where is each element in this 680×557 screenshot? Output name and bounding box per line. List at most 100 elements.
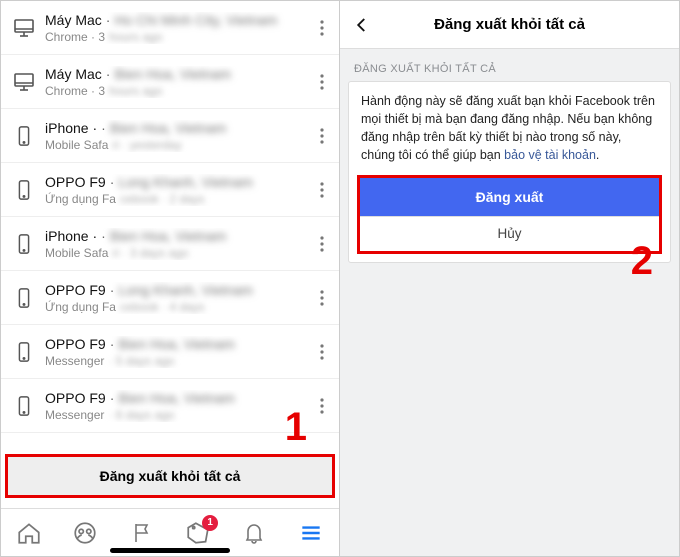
session-location: Ho Chi Minh City, Vietnam: [114, 12, 277, 28]
session-text: Máy Mac·Bien Hoa, VietnamChrome · 3hours…: [39, 66, 309, 98]
session-list: Máy Mac·Ho Chi Minh City, VietnamChrome …: [1, 1, 339, 433]
phone-icon: [9, 232, 39, 256]
cancel-button-label: Hủy: [497, 226, 521, 241]
session-text: OPPO F9·Bien Hoa, VietnamMessenger· 6 da…: [39, 390, 309, 422]
session-location: Long Khanh, Vietnam: [118, 174, 252, 190]
header: Đăng xuất khỏi tất cả: [340, 1, 679, 49]
desktop-icon: [9, 70, 39, 94]
session-row[interactable]: iPhone ··Bien Hoa, VietnamMobile Safari …: [1, 109, 339, 163]
session-device: OPPO F9: [45, 390, 106, 406]
more-vertical-icon: [320, 344, 324, 360]
session-detail: cebook · 2 days: [116, 192, 205, 206]
session-dot: ·: [97, 120, 110, 136]
session-detail: cebook · 4 days: [116, 300, 205, 314]
tab-menu[interactable]: [291, 513, 331, 553]
back-button[interactable]: [340, 1, 384, 49]
session-more-button[interactable]: [309, 285, 335, 311]
session-app: Messenger: [45, 354, 104, 368]
session-location: Bien Hoa, Vietnam: [118, 336, 234, 352]
menu-icon: [298, 520, 324, 546]
bell-icon: [242, 520, 266, 546]
more-vertical-icon: [320, 20, 324, 36]
session-row[interactable]: OPPO F9·Long Khanh, VietnamỨng dụng Face…: [1, 271, 339, 325]
session-row[interactable]: OPPO F9·Long Khanh, VietnamỨng dụng Face…: [1, 163, 339, 217]
home-indicator: [110, 548, 230, 553]
session-dot: ·: [106, 282, 119, 298]
buttons-highlight: Đăng xuất Hủy: [357, 175, 662, 254]
session-detail: hours ago: [105, 84, 162, 98]
more-vertical-icon: [320, 398, 324, 414]
session-text: iPhone ··Bien Hoa, VietnamMobile Safari …: [39, 228, 309, 260]
session-more-button[interactable]: [309, 177, 335, 203]
phone-icon: [9, 286, 39, 310]
session-device: iPhone ·: [45, 228, 97, 244]
confirm-logout-screen: Đăng xuất khỏi tất cả ĐĂNG XUẤT KHỎI TẤT…: [340, 1, 679, 556]
session-app: Ứng dụng Fa: [45, 300, 116, 314]
session-device: Máy Mac: [45, 12, 102, 28]
step-2-annotation: 2: [631, 239, 653, 284]
session-dot: ·: [97, 228, 110, 244]
tab-pages[interactable]: [122, 513, 162, 553]
more-vertical-icon: [320, 128, 324, 144]
protect-account-link[interactable]: bảo vệ tài khoản: [504, 148, 596, 162]
cancel-button[interactable]: Hủy: [360, 217, 659, 251]
more-vertical-icon: [320, 236, 324, 252]
phone-icon: [9, 178, 39, 202]
session-text: OPPO F9·Bien Hoa, Vietnam Messenger· 5 da…: [39, 336, 309, 368]
tab-home[interactable]: [9, 513, 49, 553]
logout-button-label: Đăng xuất: [476, 189, 544, 205]
sessions-screen: Máy Mac·Ho Chi Minh City, VietnamChrome …: [1, 1, 340, 556]
session-dot: ·: [106, 336, 119, 352]
session-location: Bien Hoa, Vietnam: [110, 120, 226, 136]
session-location: Bien Hoa, Vietnam: [118, 390, 234, 406]
logout-all-button[interactable]: Đăng xuất khỏi tất cả: [5, 454, 335, 498]
session-detail: ri · yesterday: [108, 138, 181, 152]
session-more-button[interactable]: [309, 231, 335, 257]
session-more-button[interactable]: [309, 393, 335, 419]
session-detail: ri · 3 days ago: [108, 246, 188, 260]
phone-icon: [9, 124, 39, 148]
session-detail: · 5 days ago: [104, 354, 174, 368]
more-vertical-icon: [320, 74, 324, 90]
session-more-button[interactable]: [309, 123, 335, 149]
session-more-button[interactable]: [309, 15, 335, 41]
home-icon: [16, 520, 42, 546]
section-caption: ĐĂNG XUẤT KHỎI TẤT CẢ: [340, 49, 679, 81]
chevron-left-icon: [353, 16, 371, 34]
session-text: OPPO F9·Long Khanh, VietnamỨng dụng Face…: [39, 174, 309, 206]
session-text: OPPO F9·Long Khanh, VietnamỨng dụng Face…: [39, 282, 309, 314]
more-vertical-icon: [320, 290, 324, 306]
session-location: Bien Hoa, Vietnam: [114, 66, 230, 82]
session-dot: ·: [102, 66, 115, 82]
session-device: OPPO F9: [45, 336, 106, 352]
flag-icon: [130, 520, 154, 546]
session-app: Mobile Safa: [45, 138, 108, 152]
tab-groups[interactable]: [65, 513, 105, 553]
session-device: OPPO F9: [45, 174, 106, 190]
session-app: Mobile Safa: [45, 246, 108, 260]
session-more-button[interactable]: [309, 69, 335, 95]
session-dot: ·: [106, 390, 119, 406]
tab-dating[interactable]: 1: [178, 513, 218, 553]
groups-icon: [72, 520, 98, 546]
session-row[interactable]: iPhone ··Bien Hoa, VietnamMobile Safari …: [1, 217, 339, 271]
session-dot: ·: [106, 174, 119, 190]
logout-button[interactable]: Đăng xuất: [360, 178, 659, 216]
session-text: Máy Mac·Ho Chi Minh City, VietnamChrome …: [39, 12, 309, 44]
session-row[interactable]: Máy Mac·Bien Hoa, VietnamChrome · 3hours…: [1, 55, 339, 109]
session-device: OPPO F9: [45, 282, 106, 298]
phone-icon: [9, 340, 39, 364]
step-1-annotation: 1: [285, 405, 307, 450]
session-location: Bien Hoa, Vietnam: [110, 228, 226, 244]
session-row[interactable]: OPPO F9·Bien Hoa, Vietnam Messenger· 5 da…: [1, 325, 339, 379]
confirm-message: Hành động này sẽ đăng xuất bạn khỏi Face…: [349, 82, 670, 169]
session-more-button[interactable]: [309, 339, 335, 365]
tab-notifications[interactable]: [234, 513, 274, 553]
session-location: Long Khanh, Vietnam: [118, 282, 252, 298]
session-detail: · 6 days ago: [104, 408, 174, 422]
confirm-card: Hành động này sẽ đăng xuất bạn khỏi Face…: [348, 81, 671, 263]
desktop-icon: [9, 16, 39, 40]
session-row[interactable]: Máy Mac·Ho Chi Minh City, VietnamChrome …: [1, 1, 339, 55]
session-device: iPhone ·: [45, 120, 97, 136]
session-text: iPhone ··Bien Hoa, VietnamMobile Safari …: [39, 120, 309, 152]
